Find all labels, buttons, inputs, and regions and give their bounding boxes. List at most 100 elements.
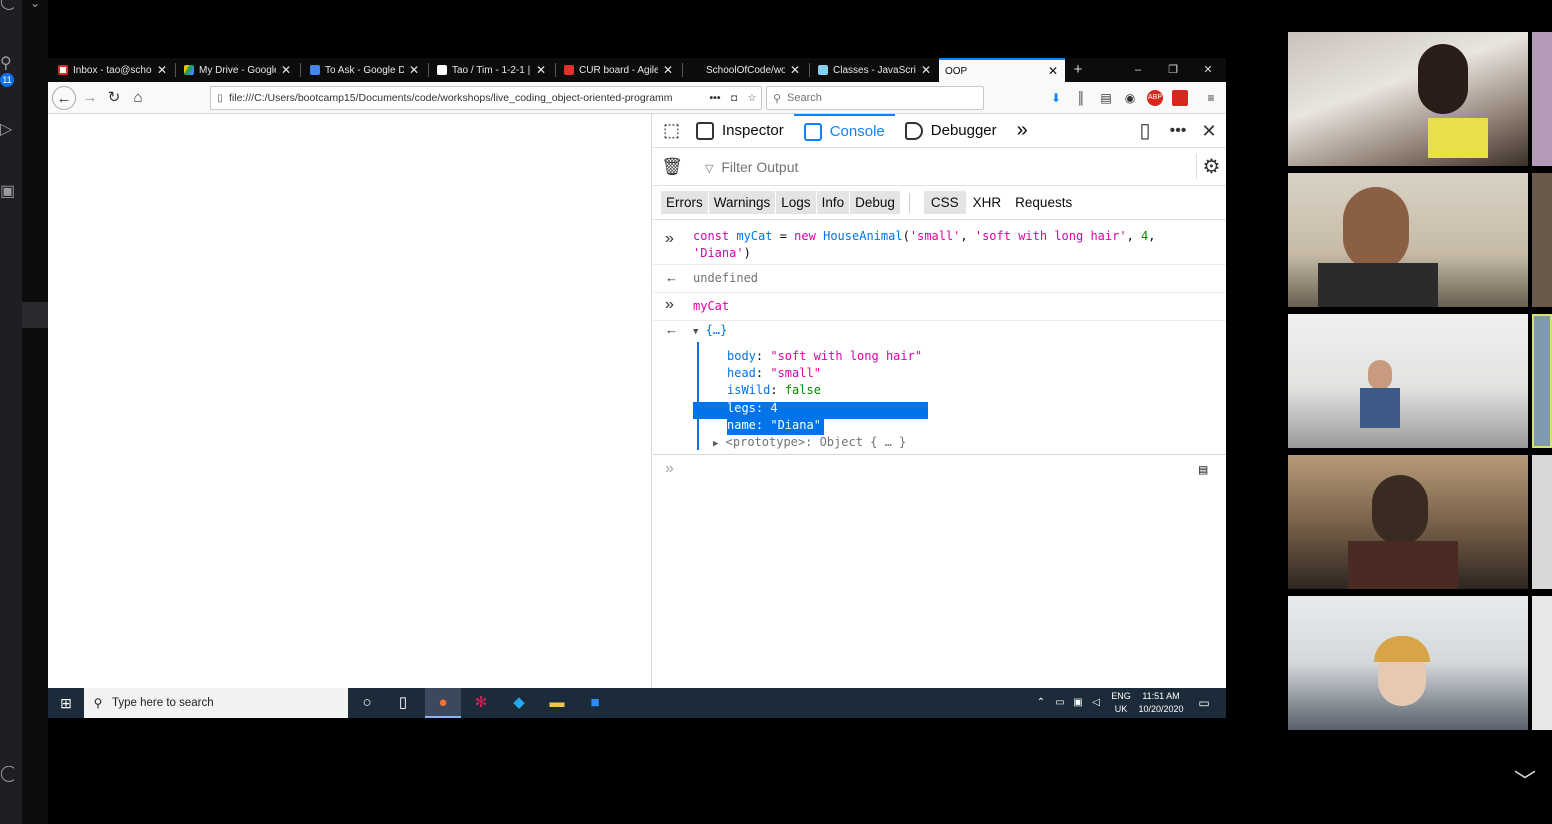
filter-debug[interactable]: Debug [850, 191, 900, 214]
console-input-text[interactable]: myCat [693, 298, 729, 315]
trash-icon[interactable]: 🗑 [653, 157, 691, 177]
close-icon[interactable]: ✕ [280, 63, 292, 77]
play-icon[interactable]: ▷ [0, 122, 14, 138]
close-icon[interactable]: ✕ [1047, 64, 1059, 78]
library-icon[interactable]: ║ [1073, 90, 1089, 106]
notifications-icon[interactable]: ▭ [1194, 688, 1214, 718]
video-tile-partial[interactable] [1532, 455, 1552, 589]
zoom-icon[interactable]: ■ [577, 688, 613, 718]
language-indicator[interactable]: ENG UK [1108, 688, 1134, 718]
forward-icon[interactable]: → [78, 86, 102, 110]
filter-css[interactable]: CSS [923, 191, 966, 214]
video-tile-partial[interactable] [1532, 314, 1552, 448]
file-explorer-icon[interactable]: ▬ [539, 688, 575, 718]
extension-icon[interactable] [1172, 90, 1188, 106]
tab-oop[interactable]: OOP ✕ [939, 58, 1065, 82]
prop-body[interactable]: body: "soft with long hair" [727, 348, 922, 365]
tray-chevron-icon[interactable]: ⌃ [1033, 688, 1049, 718]
video-tile[interactable] [1288, 32, 1528, 166]
apps-icon[interactable]: ▣ [0, 184, 14, 200]
chat-icon[interactable]: ◯ [0, 0, 14, 10]
tab-console[interactable]: Console [793, 113, 895, 148]
close-icon[interactable]: ✕ [535, 63, 547, 77]
filter-xhr[interactable]: XHR [966, 191, 1009, 214]
chevron-down-icon[interactable]: ﹀ [1514, 764, 1536, 796]
window-close-button[interactable]: ✕ [1191, 58, 1225, 82]
adblock-icon[interactable]: ABP [1147, 90, 1163, 106]
tab-debugger[interactable]: Debugger [895, 114, 1007, 148]
close-icon[interactable]: ✕ [408, 63, 420, 77]
firefox-icon[interactable]: ● [425, 688, 461, 718]
battery-icon[interactable]: ▭ [1051, 688, 1069, 718]
new-tab-button[interactable]: + [1061, 58, 1095, 82]
network-icon[interactable]: ▣ [1069, 688, 1087, 718]
tab-tao-tim[interactable]: Tao / Tim - 1-2-1 | T ✕ [431, 58, 553, 82]
clock[interactable]: 11:51 AM 10/20/2020 [1134, 688, 1188, 718]
download-icon[interactable]: ⬇ [1048, 90, 1064, 106]
page-actions-icon[interactable]: ••• [705, 92, 725, 104]
filter-errors[interactable]: Errors [661, 191, 708, 214]
prop-iswild[interactable]: isWild: false [727, 382, 821, 399]
url-bar[interactable]: ▯ file:///C:/Users/bootcamp15/Documents/… [210, 86, 762, 110]
video-tile-partial[interactable] [1532, 32, 1552, 166]
video-tile[interactable] [1288, 173, 1528, 307]
editor-mode-icon[interactable]: ▤ [1199, 462, 1207, 478]
back-icon[interactable]: ← [52, 86, 76, 110]
prop-head[interactable]: head: "small" [727, 365, 821, 382]
video-tile[interactable] [1288, 314, 1528, 448]
search-input[interactable]: ⚲ Search [766, 86, 984, 110]
close-icon[interactable]: ✕ [920, 63, 932, 77]
gear-icon[interactable]: ⚙ [1196, 154, 1226, 179]
tab-schoolofcode[interactable]: SchoolOfCode/wor ✕ [685, 58, 807, 82]
chevron-down-icon[interactable]: ⌄ [30, 0, 40, 10]
prop-legs[interactable]: legs: 4 [727, 400, 778, 417]
console-input-text[interactable]: const myCat = new HouseAnimal('small', '… [693, 228, 1155, 262]
video-tile[interactable] [1288, 455, 1528, 589]
volume-icon[interactable]: ◁ [1087, 688, 1105, 718]
page-info-icon[interactable]: ▯ [211, 93, 229, 104]
bookmark-star-icon[interactable]: ☆ [743, 93, 761, 104]
task-view-icon[interactable]: ▯ [385, 688, 421, 718]
more-options-icon[interactable]: ••• [1163, 114, 1193, 148]
tab-inbox[interactable]: Inbox - tao@school ✕ [52, 58, 174, 82]
cortana-icon[interactable]: ○ [349, 688, 385, 718]
tab-to-ask[interactable]: To Ask - Google Do ✕ [304, 58, 426, 82]
filter-info[interactable]: Info [816, 191, 850, 214]
restore-button[interactable]: ❐ [1156, 58, 1190, 82]
element-picker-icon[interactable]: ⬚ [653, 114, 686, 148]
close-icon[interactable]: ✕ [156, 63, 168, 77]
close-icon[interactable]: ✕ [789, 63, 801, 77]
close-icon[interactable]: ✕ [662, 63, 674, 77]
slack-icon[interactable]: ✻ [463, 688, 499, 718]
result-arrow-icon: ← [665, 322, 678, 337]
profile-icon[interactable]: ◯ [0, 766, 14, 782]
vscode-icon[interactable]: ◆ [501, 688, 537, 718]
prop-name[interactable]: name: "Diana" [727, 417, 821, 434]
video-tile-partial[interactable] [1532, 173, 1552, 307]
prop-prototype[interactable]: ▶ <prototype>: Object { … } [713, 434, 906, 453]
home-icon[interactable]: ⌂ [126, 86, 150, 110]
filter-logs[interactable]: Logs [776, 191, 816, 214]
filter-requests[interactable]: Requests [1008, 191, 1079, 214]
video-tile[interactable] [1288, 596, 1528, 730]
taskbar-search-input[interactable]: ⚲ Type here to search [84, 688, 348, 718]
video-tile-partial[interactable] [1532, 596, 1552, 730]
reload-icon[interactable]: ↻ [102, 86, 126, 110]
windows-start-icon[interactable]: ⊞ [48, 688, 84, 718]
pocket-icon[interactable]: ◘ [725, 93, 743, 104]
participants-icon[interactable]: ⚲ [0, 56, 14, 72]
filter-output-input[interactable]: ▽ Filter Output [691, 159, 1196, 175]
reader-icon[interactable]: ▤ [1098, 90, 1114, 106]
minimize-button[interactable]: – [1121, 58, 1155, 82]
dock-toggle-icon[interactable]: ▯ [1130, 114, 1160, 148]
more-tools-icon[interactable]: » [1007, 114, 1038, 148]
menu-icon[interactable]: ≡ [1203, 90, 1219, 106]
tab-inspector[interactable]: Inspector [686, 114, 794, 148]
account-icon[interactable]: ◉ [1122, 90, 1138, 106]
tab-my-drive[interactable]: My Drive - Google D ✕ [178, 58, 298, 82]
tab-cur-board[interactable]: CUR board - Agile B ✕ [558, 58, 680, 82]
tab-classes-javascript[interactable]: Classes - JavaScript ✕ [812, 58, 938, 82]
filter-warnings[interactable]: Warnings [708, 191, 776, 214]
object-root[interactable]: ▼ {…} [693, 322, 727, 341]
close-devtools-icon[interactable]: ✕ [1194, 114, 1224, 148]
